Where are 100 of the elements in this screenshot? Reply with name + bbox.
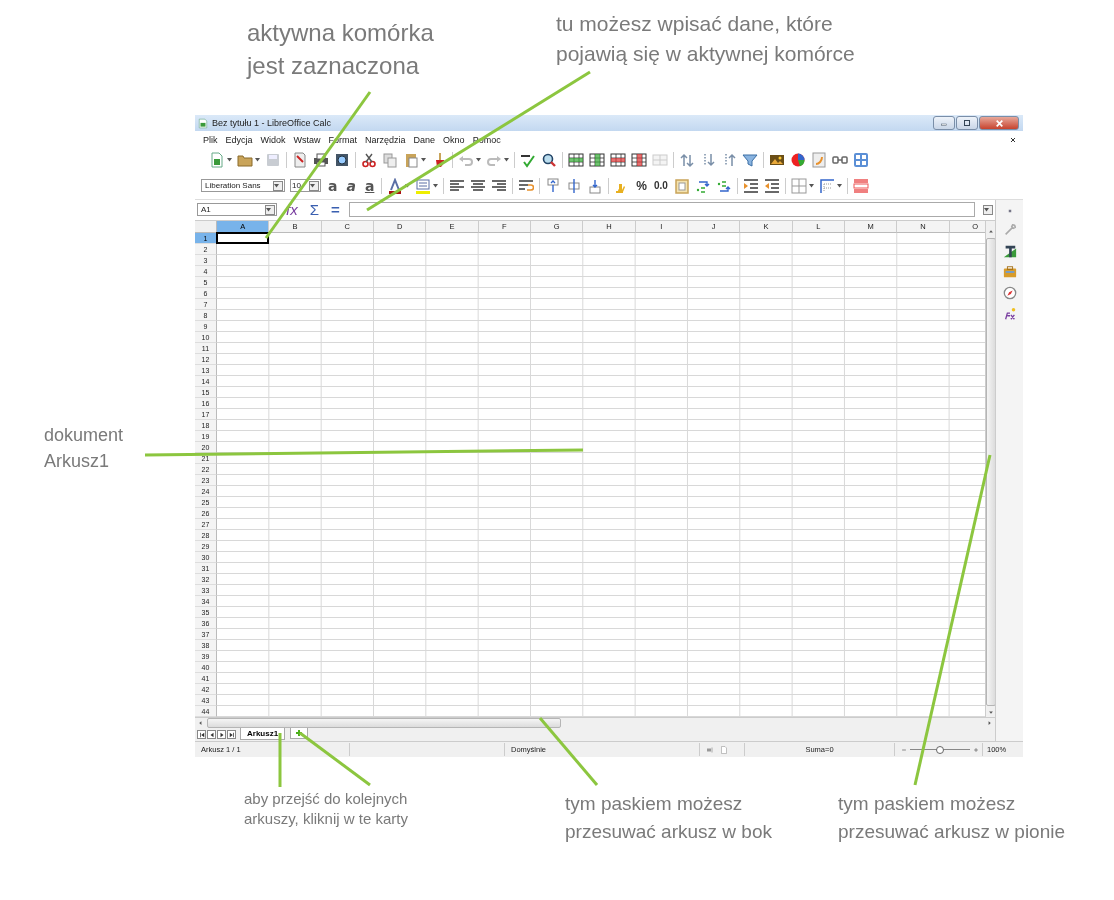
annotation-text: tym paskiem możesz przesuwać arkusz w bok — [565, 792, 772, 844]
wrap-text-icon[interactable] — [518, 177, 535, 194]
menu-item[interactable]: Wstaw — [289, 134, 325, 145]
align-right-icon[interactable] — [491, 177, 508, 194]
bold-button[interactable]: a — [326, 178, 340, 193]
caret-icon[interactable] — [310, 183, 315, 188]
magnifier-icon[interactable] — [541, 152, 557, 168]
text-style-icon[interactable] — [1002, 244, 1017, 258]
caret-icon[interactable] — [255, 158, 260, 162]
last-sheet-button[interactable] — [227, 730, 236, 740]
down-arrow-icon[interactable] — [987, 710, 994, 716]
caret-icon[interactable] — [266, 208, 271, 212]
next-arrow-icon — [218, 731, 225, 738]
caret-icon[interactable] — [274, 183, 279, 188]
preview-icon[interactable] — [334, 152, 350, 168]
caret-icon[interactable] — [808, 183, 814, 188]
percent-format-button[interactable]: % — [635, 178, 649, 193]
annotation-text: tu możesz wpisać dane, które pojawią się w aktywnej komórce — [556, 11, 855, 67]
decimal-format-button[interactable]: 0.0 — [653, 180, 669, 191]
align-bottom-icon[interactable] — [587, 177, 604, 194]
annotation-text: dokument Arkusz1 — [44, 424, 124, 473]
scroll-thumb[interactable] — [207, 718, 561, 729]
image-icon[interactable] — [769, 152, 785, 168]
formula-input[interactable] — [348, 202, 975, 218]
align-left-icon[interactable] — [449, 177, 466, 194]
italic-button[interactable]: a — [344, 178, 358, 193]
caret-icon[interactable] — [504, 158, 509, 162]
compass-icon[interactable] — [1002, 286, 1017, 300]
close-button[interactable] — [979, 116, 1019, 130]
caret-icon[interactable] — [227, 158, 232, 162]
menu-item[interactable]: Okno — [439, 134, 469, 145]
right-arrow-icon[interactable] — [987, 720, 992, 727]
annotation-text: aktywna komórka jest zaznaczona — [247, 18, 434, 81]
grid-icon[interactable] — [853, 152, 869, 168]
align-center-icon[interactable] — [470, 177, 487, 194]
annotation-text: aby przejść do kolejnych arkuszy, kliknij w te karty — [244, 789, 408, 829]
first-sheet-button[interactable] — [197, 730, 206, 740]
filter-icon[interactable] — [742, 152, 758, 168]
menu-item[interactable]: Widok — [256, 134, 290, 145]
leader-line — [299, 731, 371, 787]
pdf-icon[interactable] — [292, 152, 308, 168]
window-title: Bez tytułu 1 - LibreOffice Calc — [212, 118, 332, 128]
underline-button[interactable]: a — [362, 178, 377, 193]
folder-icon[interactable] — [237, 152, 253, 168]
last-arrow-icon — [228, 731, 235, 738]
caret-icon[interactable] — [476, 158, 481, 162]
prev-arrow-icon — [208, 731, 215, 738]
border-style-icon[interactable] — [818, 177, 835, 194]
printer-icon[interactable] — [313, 152, 329, 168]
insert-column-icon[interactable] — [589, 152, 605, 168]
menu-item[interactable]: Dane — [409, 134, 440, 145]
next-sheet-button[interactable] — [217, 730, 226, 740]
function-icon[interactable] — [1002, 307, 1017, 321]
font-name-field[interactable]: Liberation Sans — [201, 179, 285, 192]
annotation-text: tym paskiem możesz przesuwać arkusz w pionie — [838, 792, 1066, 844]
first-arrow-icon — [198, 731, 205, 738]
add-sheet-button[interactable] — [290, 728, 309, 740]
merge-cells-icon[interactable] — [652, 152, 668, 168]
menu-item[interactable]: Edycja — [221, 134, 257, 145]
font-color-icon[interactable] — [387, 177, 404, 194]
caret-icon[interactable] — [421, 158, 426, 162]
horizontal-scrollbar[interactable] — [195, 717, 995, 729]
caret-icon[interactable] — [836, 183, 842, 188]
sort-ascending-icon[interactable] — [679, 152, 695, 168]
prev-sheet-button[interactable] — [207, 730, 216, 740]
close-icon — [994, 118, 1004, 128]
maximize-icon — [963, 119, 971, 127]
selection-mode-icon — [706, 745, 714, 754]
align-middle-icon[interactable] — [566, 177, 583, 194]
leader-line — [278, 733, 282, 787]
delete-column-icon[interactable] — [631, 152, 647, 168]
outdent-icon[interactable] — [763, 177, 780, 194]
conditional-format-icon[interactable] — [852, 177, 869, 194]
spreadsheet-icon[interactable] — [209, 152, 225, 168]
pie-chart-icon[interactable] — [790, 152, 806, 168]
indent-icon[interactable] — [742, 177, 759, 194]
maximize-button[interactable] — [956, 116, 978, 130]
caret-icon[interactable] — [433, 183, 439, 188]
briefcase-icon[interactable] — [1002, 265, 1017, 279]
insert-row-icon[interactable] — [568, 152, 584, 168]
document-icon — [720, 745, 728, 754]
caret-icon[interactable] — [984, 208, 989, 212]
clipboard-icon[interactable] — [403, 152, 419, 168]
equals-button[interactable]: = — [327, 202, 343, 218]
spreadsheet-icon — [198, 117, 208, 129]
cell-cursor — [216, 231, 269, 244]
cell-grid[interactable] — [217, 232, 985, 718]
align-top-icon[interactable] — [545, 177, 562, 194]
delete-row-icon[interactable] — [610, 152, 626, 168]
name-box[interactable]: A1 — [197, 203, 277, 217]
zoom-thumb[interactable] — [936, 746, 944, 754]
sum-button[interactable]: Σ — [306, 202, 322, 218]
spellcheck-icon[interactable] — [520, 152, 536, 168]
scissors-icon[interactable] — [361, 152, 377, 168]
up-arrow-icon[interactable] — [987, 228, 994, 234]
close-icon[interactable] — [1009, 135, 1017, 144]
sheet-tab[interactable]: Arkusz1 — [240, 728, 286, 741]
menu-item[interactable]: Narzędzia — [361, 134, 410, 145]
left-arrow-icon[interactable] — [198, 720, 203, 727]
menu-item[interactable]: Plik — [199, 134, 222, 145]
